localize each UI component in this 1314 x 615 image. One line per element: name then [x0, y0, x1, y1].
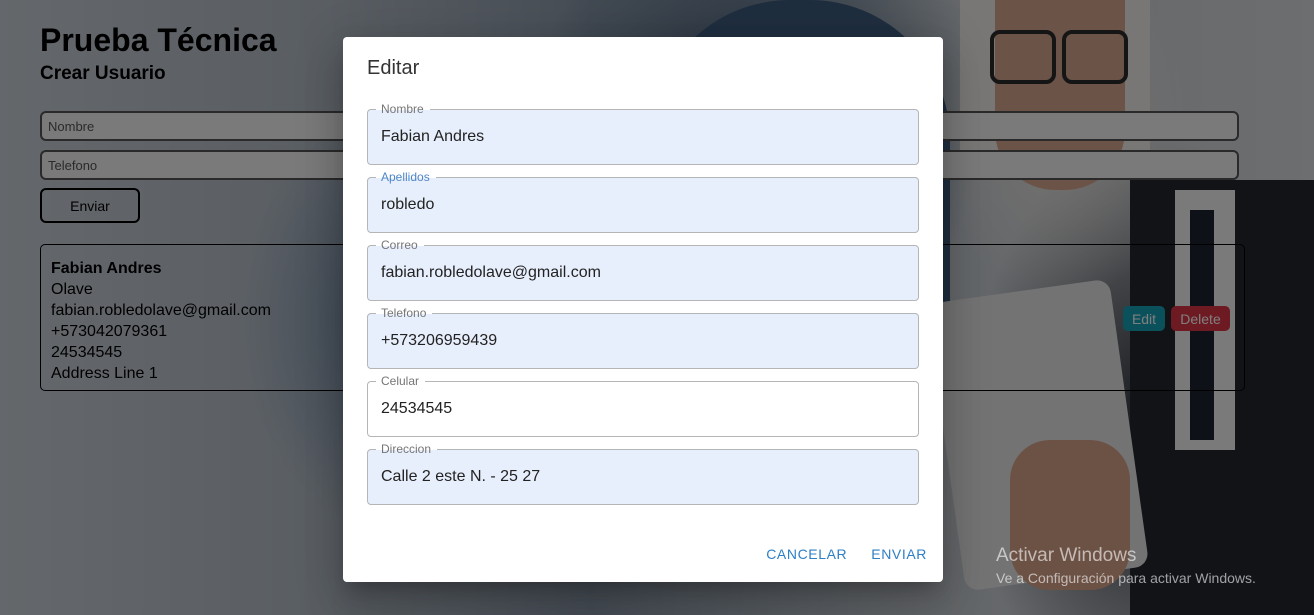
windows-activation-watermark: Activar Windows Ve a Configuración para …: [996, 545, 1256, 587]
celular-field: Celular: [367, 374, 919, 437]
celular-edit-input[interactable]: [368, 382, 918, 436]
apellidos-field: Apellidos: [367, 170, 919, 233]
telefono-field: Telefono: [367, 306, 919, 369]
nombre-edit-input[interactable]: [368, 110, 918, 164]
activation-title: Activar Windows: [996, 545, 1137, 566]
edit-dialog: Editar Nombre Apellidos Correo Telefono …: [343, 37, 943, 582]
nombre-field: Nombre: [367, 102, 919, 165]
dialog-title: Editar: [367, 57, 420, 79]
direccion-field: Direccion: [367, 442, 919, 505]
activation-subtitle: Ve a Configuración para activar Windows.: [996, 570, 1256, 586]
telefono-edit-input[interactable]: [368, 314, 918, 368]
apellidos-edit-input[interactable]: [368, 178, 918, 232]
correo-field: Correo: [367, 238, 919, 301]
direccion-edit-input[interactable]: [368, 450, 918, 504]
cancelar-button[interactable]: CANCELAR: [766, 544, 847, 564]
correo-edit-input[interactable]: [368, 246, 918, 300]
dialog-actions: CANCELAR ENVIAR: [766, 544, 927, 564]
enviar-dialog-button[interactable]: ENVIAR: [871, 544, 927, 564]
